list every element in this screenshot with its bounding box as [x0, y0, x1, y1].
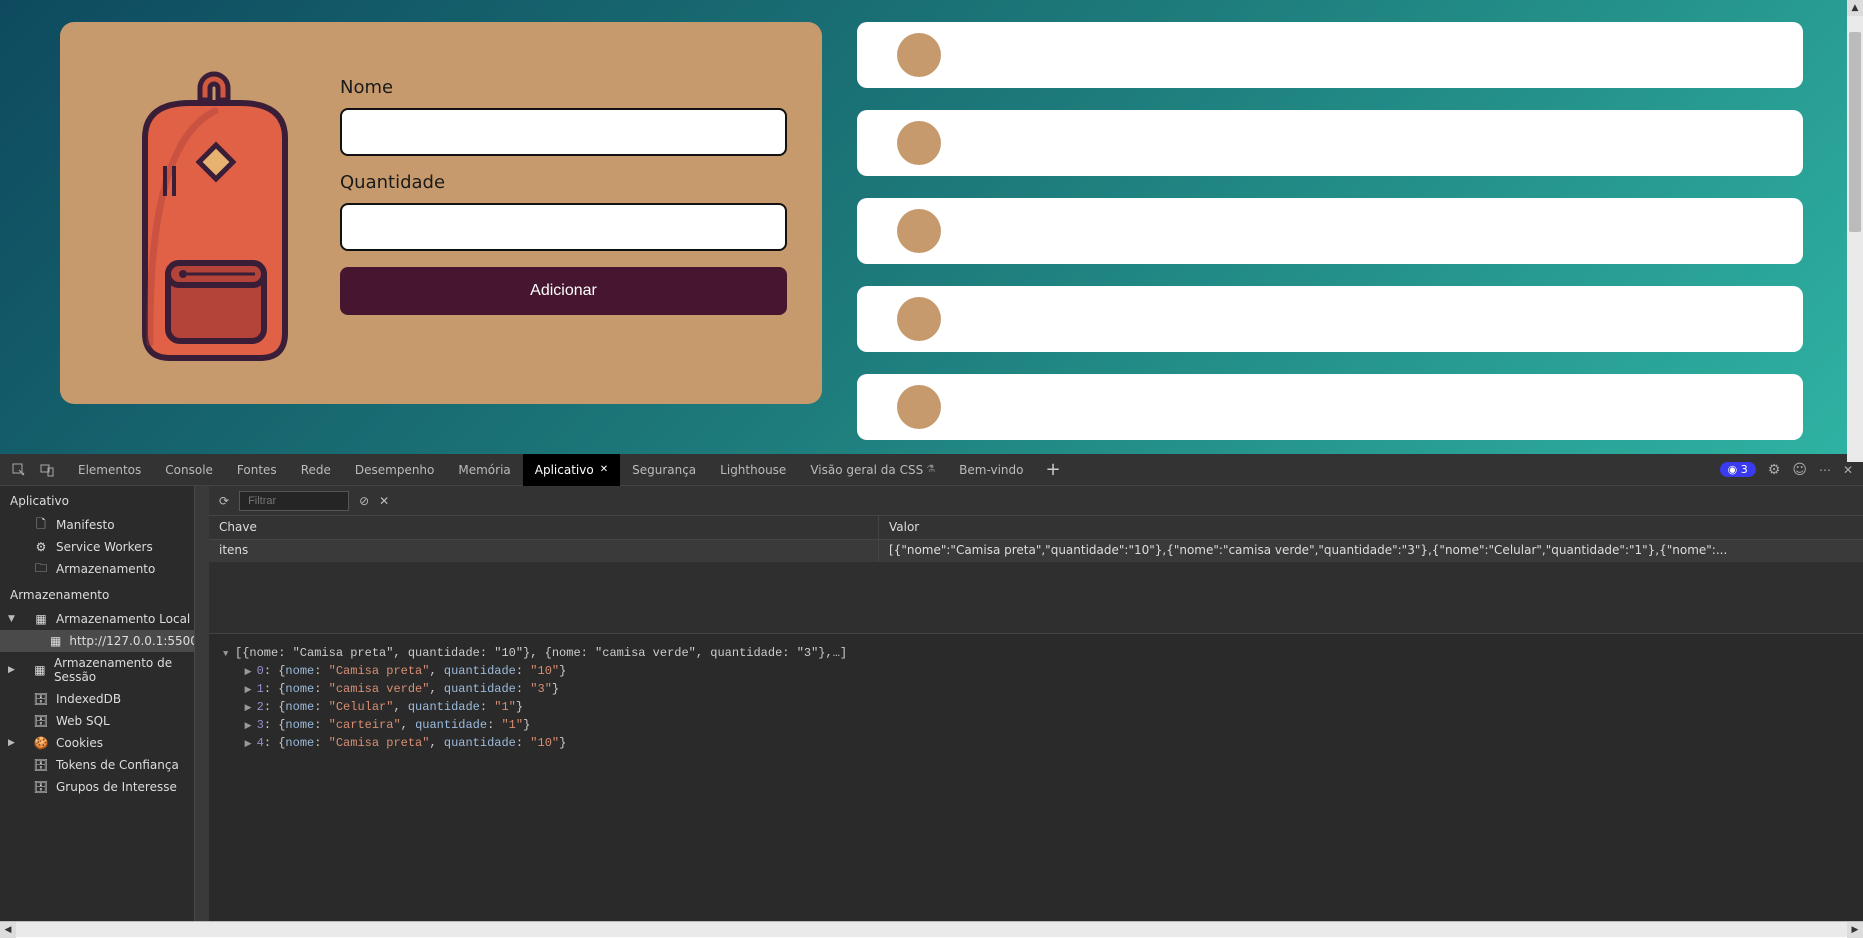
- add-button[interactable]: Adicionar: [340, 267, 787, 315]
- storage-empty-rows: [209, 562, 1863, 634]
- device-toggle-icon[interactable]: [38, 461, 56, 479]
- devtools-panel: Elementos Console Fontes Rede Desempenho…: [0, 454, 1863, 921]
- json-entry[interactable]: ▶1: {nome: "camisa verde", quantidade: "…: [223, 680, 1849, 698]
- list-item: [857, 110, 1803, 176]
- delete-icon[interactable]: ✕: [379, 494, 389, 508]
- json-entry[interactable]: ▶0: {nome: "Camisa preta", quantidade: "…: [223, 662, 1849, 680]
- json-entry[interactable]: ▶4: {nome: "Camisa preta", quantidade: "…: [223, 734, 1849, 752]
- sidebar-item-armazenamento[interactable]: 🗀Armazenamento: [0, 558, 194, 580]
- inspect-icon[interactable]: [10, 461, 28, 479]
- list-item: [857, 374, 1803, 440]
- grid-icon: ▦: [50, 634, 61, 648]
- chevron-down-icon: ▼: [8, 614, 15, 624]
- close-icon[interactable]: ✕: [600, 464, 608, 475]
- storage-table-header: Chave Valor: [209, 516, 1863, 540]
- json-preview-pane[interactable]: ▼[{nome: "Camisa preta", quantidade: "10…: [209, 634, 1863, 921]
- nome-input[interactable]: [340, 108, 787, 156]
- gear-icon[interactable]: ⚙: [1768, 462, 1781, 478]
- sidebar-item-indexeddb[interactable]: 🗄IndexedDB: [0, 688, 194, 710]
- section-title: Aplicativo: [0, 486, 194, 514]
- json-entry[interactable]: ▶3: {nome: "carteira", quantidade: "1"}: [223, 716, 1849, 734]
- storage-icon: 🗀: [34, 562, 48, 576]
- tab-bemvindo[interactable]: Bem-vindo: [947, 454, 1035, 486]
- refresh-icon[interactable]: ⟳: [219, 494, 229, 508]
- devtools-tab-bar: Elementos Console Fontes Rede Desempenho…: [0, 454, 1863, 486]
- sidebar-item-websql[interactable]: 🗄Web SQL: [0, 710, 194, 732]
- item-badge: [897, 385, 941, 429]
- sidebar-item-localstorage[interactable]: ▼▦Armazenamento Local: [0, 608, 194, 630]
- filter-input[interactable]: [239, 491, 349, 511]
- cell-key: itens: [209, 540, 879, 562]
- nome-label: Nome: [340, 77, 787, 98]
- feedback-icon[interactable]: ☺: [1792, 462, 1807, 478]
- tab-console[interactable]: Console: [153, 454, 225, 486]
- quantidade-input[interactable]: [340, 203, 787, 251]
- document-icon: 🗋: [34, 518, 48, 532]
- list-item: [857, 198, 1803, 264]
- issues-badge[interactable]: ◉ 3: [1720, 462, 1756, 477]
- item-badge: [897, 33, 941, 77]
- item-badge: [897, 121, 941, 165]
- gear-icon: ⚙: [34, 540, 48, 554]
- cell-value: [{"nome":"Camisa preta","quantidade":"10…: [879, 540, 1863, 562]
- database-icon: 🗄: [34, 714, 48, 728]
- group-icon: 🗄: [34, 780, 48, 794]
- sidebar-scrollbar[interactable]: [195, 486, 209, 921]
- list-item: [857, 286, 1803, 352]
- clear-icon[interactable]: ⊘: [359, 494, 369, 508]
- backpack-illustration: [90, 62, 340, 374]
- sidebar-item-manifesto[interactable]: 🗋Manifesto: [0, 514, 194, 536]
- tab-elementos[interactable]: Elementos: [66, 454, 153, 486]
- flask-icon: ⚗: [926, 464, 935, 475]
- sidebar-item-localstorage-origin[interactable]: ▦http://127.0.0.1:5500/: [0, 630, 194, 652]
- token-icon: 🗄: [34, 758, 48, 772]
- sidebar-item-grupos[interactable]: 🗄Grupos de Interesse: [0, 776, 194, 798]
- item-badge: [897, 209, 941, 253]
- header-valor[interactable]: Valor: [879, 516, 1863, 539]
- tab-css-overview[interactable]: Visão geral da CSS⚗: [798, 454, 947, 486]
- quantidade-label: Quantidade: [340, 172, 787, 193]
- database-icon: 🗄: [34, 692, 48, 706]
- json-entry[interactable]: ▶2: {nome: "Celular", quantidade: "1"}: [223, 698, 1849, 716]
- scroll-left-icon[interactable]: ◀: [0, 922, 16, 938]
- sidebar-item-cookies[interactable]: ▶🍪Cookies: [0, 732, 194, 754]
- close-devtools-icon[interactable]: ✕: [1843, 463, 1853, 477]
- tab-lighthouse[interactable]: Lighthouse: [708, 454, 798, 486]
- tab-fontes[interactable]: Fontes: [225, 454, 289, 486]
- application-sidebar: Aplicativo 🗋Manifesto ⚙Service Workers 🗀…: [0, 486, 195, 921]
- sidebar-item-serviceworkers[interactable]: ⚙Service Workers: [0, 536, 194, 558]
- storage-row[interactable]: itens [{"nome":"Camisa preta","quantidad…: [209, 540, 1863, 562]
- tab-aplicativo[interactable]: Aplicativo✕: [523, 454, 620, 486]
- sidebar-item-tokens[interactable]: 🗄Tokens de Confiança: [0, 754, 194, 776]
- grid-icon: ▦: [34, 663, 46, 677]
- add-item-card: Nome Quantidade Adicionar: [60, 22, 822, 404]
- chevron-down-icon[interactable]: ▼: [223, 648, 235, 662]
- section-title: Armazenamento: [0, 580, 194, 608]
- storage-toolbar: ⟳ ⊘ ✕: [209, 486, 1863, 516]
- add-tab-icon[interactable]: +: [1035, 459, 1070, 480]
- page-vertical-scrollbar[interactable]: ▲: [1847, 0, 1863, 454]
- chevron-right-icon: ▶: [8, 738, 15, 748]
- chevron-right-icon: ▶: [8, 665, 15, 675]
- sidebar-item-sessionstorage[interactable]: ▶▦Armazenamento de Sessão: [0, 652, 194, 688]
- header-chave[interactable]: Chave: [209, 516, 879, 539]
- page-horizontal-scrollbar[interactable]: ◀ ▶: [0, 921, 1863, 937]
- backpack-icon: [120, 63, 310, 373]
- more-icon[interactable]: ⋯: [1819, 463, 1831, 477]
- tab-memoria[interactable]: Memória: [446, 454, 522, 486]
- list-item: [857, 22, 1803, 88]
- tab-seguranca[interactable]: Segurança: [620, 454, 708, 486]
- tab-desempenho[interactable]: Desempenho: [343, 454, 447, 486]
- cookie-icon: 🍪: [34, 736, 48, 750]
- items-list: [857, 22, 1803, 454]
- item-badge: [897, 297, 941, 341]
- scroll-right-icon[interactable]: ▶: [1847, 922, 1863, 938]
- app-viewport: Nome Quantidade Adicionar ▲: [0, 0, 1863, 454]
- tab-rede[interactable]: Rede: [289, 454, 343, 486]
- grid-icon: ▦: [34, 612, 48, 626]
